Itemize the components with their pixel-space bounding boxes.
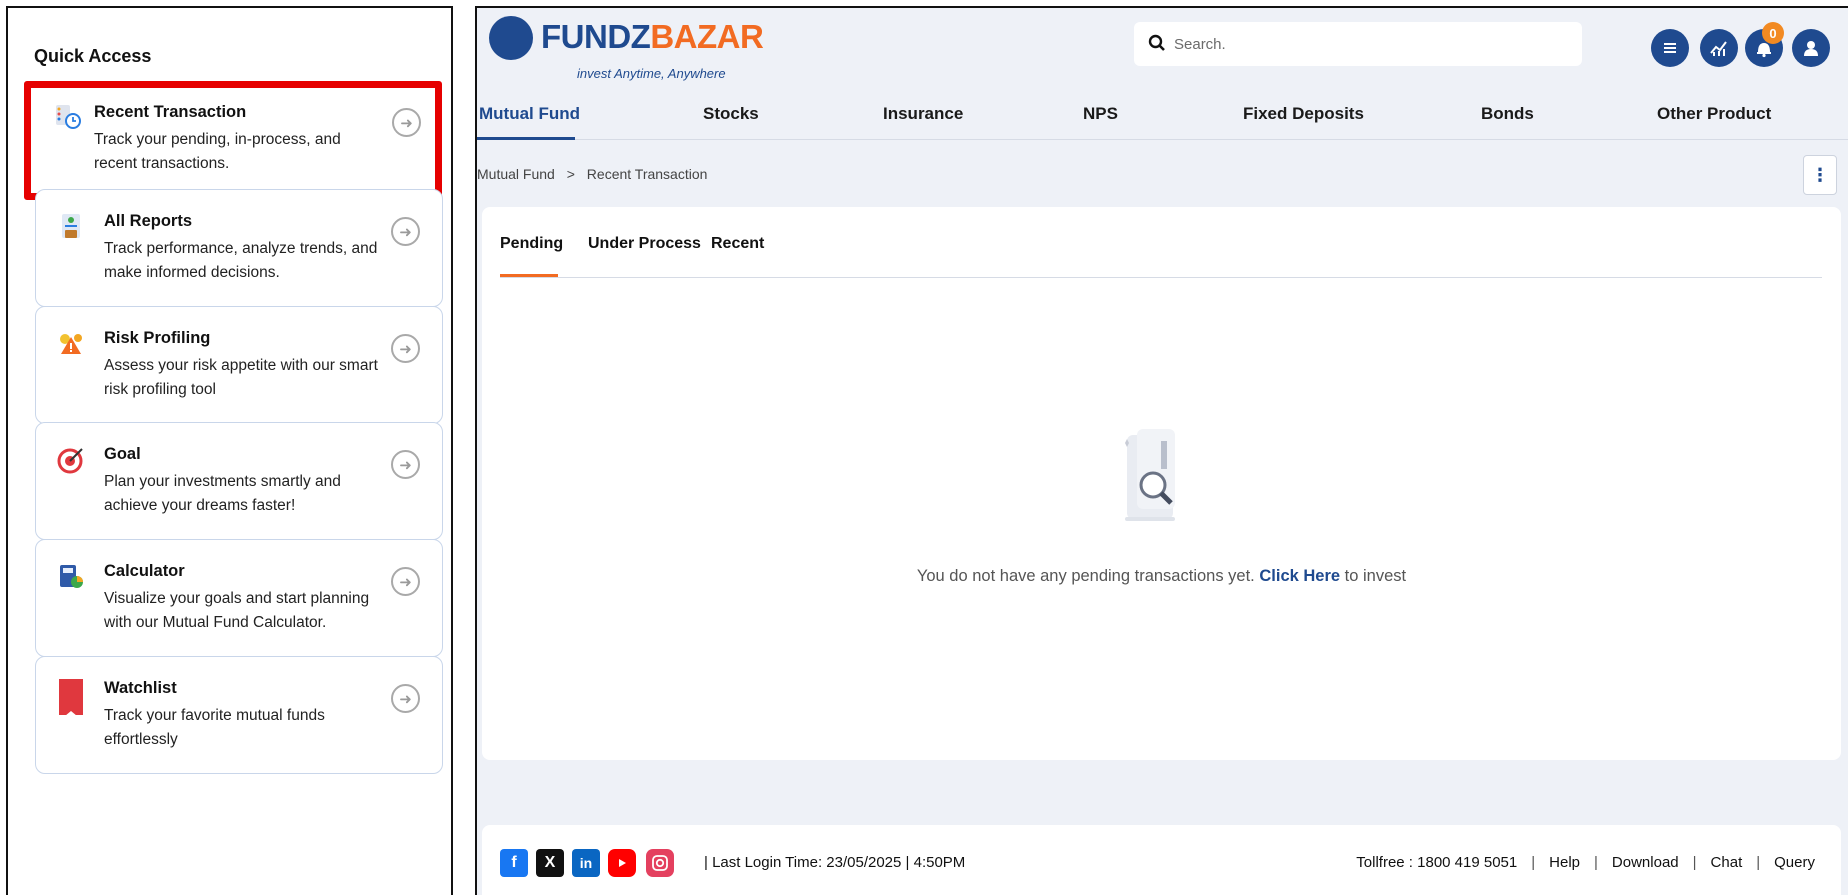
nav-item-fixed-deposits[interactable]: Fixed Deposits — [1243, 104, 1364, 124]
product-nav: Mutual Fund Stocks Insurance NPS Fixed D… — [477, 86, 1848, 140]
tabs-divider — [500, 277, 1822, 278]
quick-access-card-calculator[interactable]: Calculator Visualize your goals and star… — [35, 539, 443, 657]
card-title: All Reports — [104, 212, 193, 230]
card-description: Visualize your goals and start planning … — [104, 590, 370, 631]
quick-access-card-risk-profiling[interactable]: Risk Profiling Assess your risk appetite… — [35, 306, 443, 424]
card-title: Goal — [104, 445, 141, 463]
notification-count-badge: 0 — [1762, 22, 1784, 44]
more-options-icon[interactable]: ⋮ — [1803, 155, 1837, 195]
quick-access-card-recent-transaction[interactable]: Recent Transaction Track your pending, i… — [24, 81, 442, 200]
arrow-right-icon[interactable]: ➜ — [391, 684, 420, 713]
arrow-right-icon[interactable]: ➜ — [391, 217, 420, 246]
card-title: Recent Transaction — [94, 103, 247, 121]
breadcrumb-current: Recent Transaction — [586, 166, 708, 182]
logo-mark-icon — [489, 16, 533, 60]
search-input[interactable] — [1174, 32, 1564, 56]
linkedin-icon[interactable]: in — [572, 849, 600, 877]
card-title: Calculator — [104, 562, 185, 580]
transactions-card: Pending Under Process Recent You do not … — [482, 207, 1841, 760]
x-twitter-icon[interactable]: X — [536, 849, 564, 877]
user-profile-icon[interactable] — [1792, 29, 1830, 67]
market-chart-icon[interactable] — [1700, 29, 1738, 67]
arrow-right-icon[interactable]: ➜ — [391, 334, 420, 363]
nav-item-stocks[interactable]: Stocks — [703, 104, 759, 124]
breadcrumb-separator: > — [566, 166, 575, 182]
active-nav-underline — [477, 137, 575, 140]
quick-access-panel: Quick Access Recent Transaction Track yo… — [6, 6, 453, 895]
arrow-right-icon[interactable]: ➜ — [391, 450, 420, 479]
tollfree-number: Tollfree : 1800 419 5051 — [1356, 854, 1518, 871]
menu-list-icon[interactable] — [1651, 29, 1689, 67]
active-tab-underline — [500, 274, 558, 277]
top-bar: FUNDZBAZAR invest Anytime, Anywhere 0 Mu… — [477, 8, 1848, 140]
empty-search-illustration — [1125, 429, 1175, 521]
transaction-clock-icon — [56, 105, 81, 129]
main-app-panel: FUNDZBAZAR invest Anytime, Anywhere 0 Mu… — [475, 6, 1848, 895]
search-box[interactable] — [1134, 22, 1582, 66]
footer-link-query[interactable]: Query — [1774, 854, 1815, 871]
footer-separator: | — [1756, 854, 1761, 871]
footer-separator: | — [1594, 854, 1598, 871]
tab-under-process[interactable]: Under Process — [588, 235, 701, 253]
reports-icon — [62, 214, 80, 238]
tab-recent[interactable]: Recent — [711, 235, 764, 253]
last-login-time: | Last Login Time: 23/05/2025 | 4:50PM — [704, 854, 966, 871]
card-description: Track your favorite mutual funds effortl… — [104, 707, 325, 748]
footer: f X in | Last Login Time: 23/05/2025 | 4… — [482, 825, 1841, 895]
quick-access-title: Quick Access — [34, 46, 152, 66]
logo-wordmark: FUNDZBAZAR — [541, 18, 764, 56]
card-description: Track performance, analyze trends, and m… — [104, 240, 378, 281]
breadcrumb: Mutual Fund > Recent Transaction — [477, 166, 707, 182]
target-icon — [57, 448, 83, 474]
card-description: Track your pending, in-process, and rece… — [94, 131, 341, 172]
breadcrumb-parent[interactable]: Mutual Fund — [477, 166, 555, 182]
calculator-icon — [60, 565, 83, 588]
quick-access-card-goal[interactable]: Goal Plan your investments smartly and a… — [35, 422, 443, 540]
nav-item-nps[interactable]: NPS — [1083, 104, 1118, 124]
click-here-link[interactable]: Click Here — [1259, 567, 1340, 585]
card-title: Watchlist — [104, 679, 177, 697]
logo-bazar: BAZAR — [650, 18, 764, 55]
footer-link-download[interactable]: Download — [1612, 854, 1679, 871]
risk-warning-icon — [60, 334, 82, 354]
footer-link-help[interactable]: Help — [1549, 854, 1580, 871]
bookmark-icon — [59, 679, 83, 715]
instagram-icon[interactable] — [646, 849, 674, 877]
footer-links: Tollfree : 1800 419 5051 | Help | Downlo… — [1356, 854, 1815, 871]
card-description: Plan your investments smartly and achiev… — [104, 473, 341, 514]
nav-item-mutual-fund[interactable]: Mutual Fund — [479, 104, 580, 124]
youtube-icon[interactable] — [608, 849, 636, 877]
arrow-right-icon[interactable]: ➜ — [391, 567, 420, 596]
footer-link-chat[interactable]: Chat — [1711, 854, 1743, 871]
empty-state-message: You do not have any pending transactions… — [482, 567, 1841, 586]
arrow-right-icon[interactable]: ➜ — [392, 108, 421, 137]
facebook-icon[interactable]: f — [500, 849, 528, 877]
footer-separator: | — [1692, 854, 1697, 871]
logo-fundz: FUNDZ — [541, 18, 651, 55]
nav-item-other-product[interactable]: Other Product — [1657, 104, 1771, 124]
card-title: Risk Profiling — [104, 329, 211, 347]
quick-access-card-watchlist[interactable]: Watchlist Track your favorite mutual fun… — [35, 656, 443, 774]
fundzbazar-logo[interactable]: FUNDZBAZAR invest Anytime, Anywhere — [489, 14, 764, 81]
logo-tagline: invest Anytime, Anywhere — [577, 66, 726, 81]
tab-pending[interactable]: Pending — [500, 235, 563, 253]
nav-item-insurance[interactable]: Insurance — [883, 104, 963, 124]
card-description: Assess your risk appetite with our smart… — [104, 357, 378, 398]
empty-message-text: You do not have any pending transactions… — [916, 567, 1260, 585]
footer-separator: | — [1531, 854, 1536, 871]
empty-message-suffix: to invest — [1340, 567, 1407, 585]
quick-access-card-all-reports[interactable]: All Reports Track performance, analyze t… — [35, 189, 443, 307]
nav-item-bonds[interactable]: Bonds — [1481, 104, 1534, 124]
search-icon[interactable] — [1148, 34, 1166, 52]
